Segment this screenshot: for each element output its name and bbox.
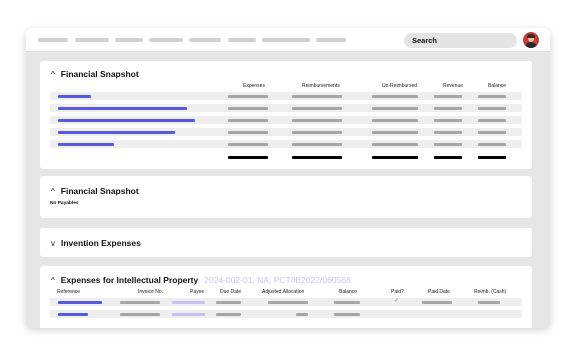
table-row[interactable]: [50, 116, 522, 124]
section-subtitle: 2024-002-01, NA, PCT/IB2022/060568: [204, 275, 351, 285]
section-title: Expenses for Intellectual Property: [60, 275, 199, 285]
nav-item-4[interactable]: [149, 38, 183, 42]
table-row[interactable]: [50, 128, 522, 136]
nav-item-8[interactable]: [316, 38, 346, 42]
table-row[interactable]: ✓: [50, 298, 522, 306]
column-header-invoice-no[interactable]: Invoice No.: [138, 289, 163, 295]
chevron-up-icon[interactable]: ^: [51, 70, 55, 79]
column-header-expenses[interactable]: Expenses: [243, 83, 265, 89]
row-reference[interactable]: [58, 301, 102, 304]
search-input[interactable]: Search: [404, 33, 517, 48]
column-header-paid[interactable]: Paid?: [391, 289, 404, 295]
invention-expenses-card: v Invention Expenses: [40, 228, 532, 257]
column-header-due-date[interactable]: Due Date: [220, 289, 241, 295]
section-header[interactable]: ^ Expenses for Intellectual Property 2024-…: [51, 275, 351, 285]
payee-link[interactable]: [172, 301, 205, 304]
chevron-up-icon[interactable]: ^: [51, 187, 55, 196]
chevron-up-icon[interactable]: ^: [51, 276, 55, 285]
column-header-revenue[interactable]: Revenue: [443, 83, 463, 89]
nav-item-2[interactable]: [75, 38, 109, 42]
nav-item-5[interactable]: [189, 38, 221, 42]
nav-item-6[interactable]: [228, 38, 256, 42]
section-header[interactable]: ^ Financial Snapshot: [51, 186, 139, 196]
table-row[interactable]: [50, 92, 522, 100]
row-reference[interactable]: [58, 95, 91, 98]
nav-item-1[interactable]: [38, 38, 68, 42]
user-avatar[interactable]: [523, 32, 539, 48]
column-header-reimb-cash[interactable]: Reimb. (Cash): [474, 289, 506, 295]
column-header-payee[interactable]: Payee: [190, 289, 204, 295]
section-header[interactable]: v Invention Expenses: [51, 238, 141, 248]
row-reference[interactable]: [58, 107, 187, 110]
row-reference[interactable]: [58, 143, 114, 146]
table-row[interactable]: [50, 310, 522, 318]
column-header-adjusted-allocation[interactable]: Adjusted Allocation: [262, 289, 304, 295]
column-header-balance[interactable]: Balance: [488, 83, 506, 89]
column-header-reference[interactable]: Reference: [57, 289, 80, 295]
financial-snapshot-payables-card: ^ Financial Snapshot No Payables: [40, 176, 532, 218]
nav-item-7[interactable]: [262, 38, 310, 42]
table-row[interactable]: [50, 104, 522, 112]
payee-link[interactable]: [172, 313, 205, 316]
table-row[interactable]: [50, 140, 522, 148]
financial-snapshot-card: ^ Financial Snapshot Expenses Reimburseme…: [40, 61, 532, 169]
app-window: Search ^ Financial Snapshot Expenses Reim…: [26, 28, 550, 328]
column-header-paid-date[interactable]: Paid Date: [428, 289, 450, 295]
paid-check-icon: ✓: [394, 298, 400, 304]
empty-state-text: No Payables: [50, 201, 79, 206]
chevron-down-icon[interactable]: v: [51, 239, 55, 248]
section-title: Financial Snapshot: [60, 186, 139, 196]
top-navigation-bar: Search: [26, 28, 550, 52]
section-title: Financial Snapshot: [60, 69, 139, 79]
section-title: Invention Expenses: [61, 238, 141, 248]
column-header-balance[interactable]: Balance: [339, 289, 357, 295]
nav-item-3[interactable]: [115, 38, 143, 42]
column-header-unreimbursed[interactable]: Un-Reimbursed: [382, 83, 417, 89]
section-header[interactable]: ^ Financial Snapshot: [51, 69, 139, 79]
ip-expenses-card: ^ Expenses for Intellectual Property 2024-…: [40, 266, 532, 328]
row-reference[interactable]: [58, 119, 195, 122]
row-reference[interactable]: [58, 131, 175, 134]
column-header-reimbursements[interactable]: Reimbursements: [302, 83, 340, 89]
row-reference[interactable]: [58, 313, 88, 316]
